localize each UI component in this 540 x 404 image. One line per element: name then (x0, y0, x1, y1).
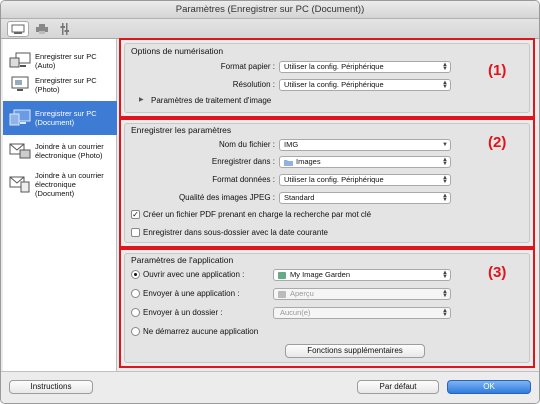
scan-options-title: Options de numérisation (131, 46, 224, 56)
no-app-radio[interactable] (131, 327, 140, 336)
save-in-select[interactable]: Images ▲ ▼ (279, 156, 451, 168)
mail-document-icon (9, 176, 30, 193)
settings-window: Paramètres (Enregistrer sur PC (Document… (0, 0, 540, 404)
updown-arrow-icon: ▲ ▼ (442, 62, 448, 72)
preview-app-icon (278, 291, 286, 298)
mail-photo-icon (9, 143, 31, 159)
save-settings-panel: Enregistrer les paramètres Nom du fichie… (124, 123, 530, 243)
send-app-radio[interactable] (131, 289, 140, 298)
updown-arrow-icon: ▲ ▼ (442, 270, 448, 280)
updown-arrow-icon: ▲ ▼ (442, 80, 448, 90)
open-app-label: Ouvrir avec une application : (143, 270, 245, 279)
jpeg-quality-label: Qualité des images JPEG : (178, 193, 275, 202)
updown-arrow-icon: ▲ ▼ (442, 193, 448, 203)
updown-arrow-icon: ▲ ▼ (442, 289, 448, 299)
folder-icon (284, 160, 293, 166)
image-processing-toggle[interactable]: Paramètres de traitement d'image (151, 96, 271, 105)
subfolder-checkbox[interactable] (131, 228, 140, 237)
send-folder-radio[interactable] (131, 308, 140, 317)
scan-options-section: Options de numérisation Format papier : … (119, 38, 535, 118)
app-settings-title: Paramètres de l'application (131, 255, 234, 265)
send-app-label: Envoyer à une application : (143, 289, 240, 298)
send-app-select[interactable]: Aperçu ▲ ▼ (273, 288, 451, 300)
save-in-label: Enregistrer dans : (211, 157, 275, 166)
sidebar-item-email-photo[interactable]: Joindre à un courrier électronique (Phot… (3, 135, 117, 167)
send-folder-select[interactable]: Aucun(e) ▲ ▼ (273, 307, 451, 319)
sidebar-item-save-photo[interactable]: Enregistrer sur PC (Photo) (3, 69, 117, 101)
send-folder-label: Envoyer à un dossier : (143, 308, 223, 317)
sidebar: Enregistrer sur PC (Auto) Enregistrer su… (3, 39, 117, 371)
toolbar (1, 19, 539, 39)
pdf-search-checkbox[interactable]: ✓ (131, 210, 140, 219)
sidebar-item-email-document[interactable]: Joindre à un courrier électronique (Docu… (3, 167, 117, 201)
resolution-label: Résolution : (232, 80, 275, 89)
app-icon (278, 272, 286, 279)
open-app-select[interactable]: My Image Garden ▲ ▼ (273, 269, 451, 281)
sidebar-item-save-document[interactable]: Enregistrer sur PC (Document) (3, 101, 117, 135)
pc-auto-icon (9, 52, 31, 68)
more-functions-button[interactable]: Fonctions supplémentaires (285, 344, 425, 358)
pdf-search-label: Créer un fichier PDF prenant en charge l… (143, 210, 372, 219)
subfolder-label: Enregistrer dans sous-dossier avec la da… (143, 228, 328, 237)
title-bar: Paramètres (Enregistrer sur PC (Document… (1, 1, 539, 19)
updown-arrow-icon: ▲ ▼ (442, 308, 448, 318)
window-title: Paramètres (Enregistrer sur PC (Document… (175, 4, 365, 15)
save-settings-section: Enregistrer les paramètres Nom du fichie… (119, 118, 535, 248)
paper-size-label: Format papier : (220, 62, 275, 71)
resolution-select[interactable]: Utiliser la config. Périphérique ▲ ▼ (279, 79, 451, 91)
section-3-number: (3) (488, 264, 507, 281)
instructions-button[interactable]: Instructions (9, 380, 93, 394)
data-format-label: Format données : (212, 175, 275, 184)
file-name-label: Nom du fichier : (218, 140, 275, 149)
section-2-number: (2) (488, 134, 507, 151)
save-settings-title: Enregistrer les paramètres (131, 125, 232, 135)
tools-icon[interactable] (57, 21, 73, 37)
bottom-bar: Instructions Par défaut OK (1, 371, 539, 403)
open-app-radio[interactable] (131, 270, 140, 279)
ok-button[interactable]: OK (447, 380, 531, 394)
no-app-label: Ne démarrez aucune application (143, 327, 259, 336)
chevron-down-icon: ▼ (442, 142, 448, 148)
section-1-number: (1) (488, 62, 507, 79)
defaults-button[interactable]: Par défaut (357, 380, 439, 394)
printer-icon[interactable] (33, 21, 51, 37)
file-name-combo[interactable]: IMG ▼ (279, 139, 451, 151)
disclosure-triangle-icon[interactable]: ▶ (139, 96, 144, 103)
data-format-select[interactable]: Utiliser la config. Périphérique ▲ ▼ (279, 174, 451, 186)
updown-arrow-icon: ▲ ▼ (442, 175, 448, 185)
pc-photo-icon (11, 76, 29, 91)
jpeg-quality-select[interactable]: Standard ▲ ▼ (279, 192, 451, 204)
paper-size-select[interactable]: Utiliser la config. Périphérique ▲ ▼ (279, 61, 451, 73)
app-settings-section: Paramètres de l'application Ouvrir avec … (119, 248, 535, 368)
updown-arrow-icon: ▲ ▼ (442, 157, 448, 167)
pc-document-icon (9, 109, 31, 126)
scan-icon[interactable] (7, 21, 29, 37)
scan-options-panel: Options de numérisation Format papier : … (124, 43, 530, 113)
app-settings-panel: Paramètres de l'application Ouvrir avec … (124, 253, 530, 363)
